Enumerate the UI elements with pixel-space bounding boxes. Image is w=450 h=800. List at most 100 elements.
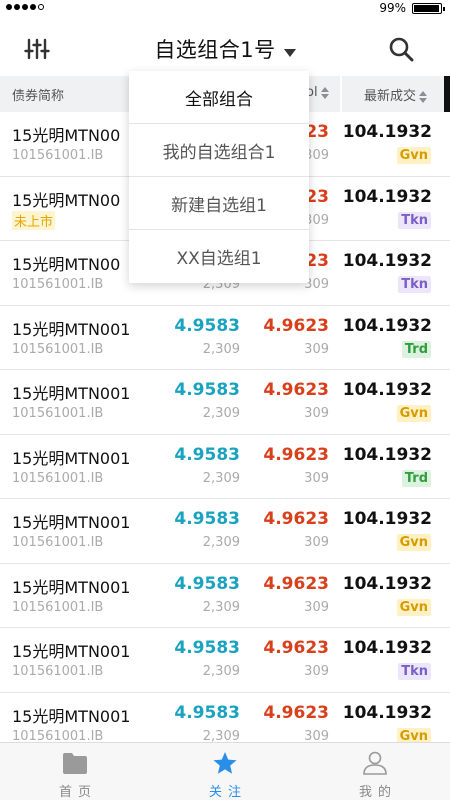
bid-yield: 4.9583 [174, 380, 240, 400]
bid-volume: 2,309 [202, 470, 240, 486]
ask-volume: 309 [304, 664, 329, 679]
bid-yield: 4.9583 [174, 509, 240, 529]
bid-yield: 4.9583 [174, 444, 240, 465]
last-price: 104.1932 [342, 509, 432, 529]
column-header-last[interactable]: 最新成交 [364, 85, 428, 104]
tab-home[interactable]: 首页 [0, 743, 150, 800]
bond-code: 101561001.IB [12, 599, 104, 615]
column-header-last-label: 最新成交 [364, 89, 417, 104]
bond-code: 101561001.IB [12, 470, 104, 486]
table-row[interactable]: 15光明MTN001 101561001.IB 4.9583 2,309 4.9… [0, 628, 450, 693]
last-price: 104.1932 [342, 251, 432, 271]
status-badge: Gvn [396, 147, 431, 164]
sort-icon [320, 86, 329, 99]
group-dropdown-menu: 全部组合 我的自选组合1 新建自选组1 XX自选组1 [129, 71, 309, 283]
tab-home-label: 首页 [58, 785, 97, 800]
table-row[interactable]: 15光明MTN001 101561001.IB 4.9583 2,309 4.9… [0, 435, 450, 499]
status-badge: Gvn [396, 598, 431, 616]
bond-name: 15光明MTN00 [12, 190, 121, 210]
bond-name: 15光明MTN001 [12, 513, 131, 532]
tab-mine[interactable]: 我的 [300, 743, 450, 800]
bond-name: 15光明MTN001 [12, 384, 131, 403]
menu-item-all-groups[interactable]: 全部组合 [129, 71, 309, 124]
last-price: 104.1932 [342, 573, 432, 594]
ask-volume: 309 [304, 470, 329, 486]
bond-code: 101561001.IB [12, 148, 104, 163]
ask-yield: 4.9623 [263, 509, 329, 529]
page-title[interactable]: 自选组合1号 [154, 38, 275, 62]
last-price: 104.1932 [342, 380, 432, 400]
menu-item-my-group-1[interactable]: 我的自选组合1 [129, 124, 309, 177]
ask-volume: 309 [304, 599, 329, 615]
battery-percentage: 99% [379, 1, 406, 15]
search-icon[interactable] [388, 36, 414, 62]
status-badge: Gvn [396, 534, 431, 551]
last-price: 104.1932 [342, 122, 432, 142]
status-badge: Tkn [398, 211, 431, 229]
status-badge: Tkn [398, 276, 431, 293]
tab-watchlist[interactable]: 关注 [150, 743, 300, 800]
bond-name: 15光明MTN001 [12, 577, 131, 597]
status-badge: Trd [401, 469, 431, 487]
ask-yield: 4.9623 [263, 380, 329, 400]
bond-name: 15光明MTN001 [12, 642, 131, 661]
column-header-vol[interactable]: ol [306, 85, 329, 100]
user-icon [363, 751, 387, 775]
bond-name: 15光明MTN00 [12, 255, 121, 274]
unlisted-badge: 未上市 [12, 210, 56, 230]
ask-volume: 309 [304, 406, 329, 421]
folder-icon [63, 753, 87, 774]
bid-yield: 4.9583 [174, 315, 240, 336]
ask-yield: 4.9623 [263, 638, 329, 658]
ask-yield: 4.9623 [263, 444, 329, 465]
bond-code: 101561001.IB [12, 341, 104, 357]
bid-volume: 2,309 [202, 535, 240, 550]
tab-watchlist-label: 关注 [208, 785, 247, 800]
bond-code: 101561001.IB [12, 277, 104, 292]
ask-yield: 4.9623 [263, 702, 329, 723]
bid-yield: 4.9583 [174, 702, 240, 723]
ask-yield: 4.9623 [263, 573, 329, 594]
bid-volume: 2,309 [202, 341, 240, 357]
last-price: 104.1932 [342, 186, 432, 207]
bond-code: 101561001.IB [12, 535, 104, 550]
battery-icon [412, 3, 445, 14]
bond-code: 101561001.IB [12, 664, 104, 679]
tab-bar: 首页 关注 我的 [0, 742, 450, 800]
table-row[interactable]: 15光明MTN001 101561001.IB 4.9583 2,309 4.9… [0, 370, 450, 435]
bid-volume: 2,309 [202, 664, 240, 679]
bond-name: 15光明MTN001 [12, 448, 131, 468]
table-row[interactable]: 15光明MTN001 101561001.IB 4.9583 2,309 4.9… [0, 564, 450, 628]
ask-volume: 309 [304, 535, 329, 550]
column-divider [340, 76, 342, 112]
menu-item-xx-group-1[interactable]: XX自选组1 [129, 230, 309, 283]
caret-down-icon[interactable] [283, 48, 296, 57]
bond-name: 15光明MTN00 [12, 126, 121, 145]
menu-item-new-group-1[interactable]: 新建自选组1 [129, 177, 309, 230]
nav-bar: 自选组合1号 [0, 16, 450, 76]
group-selector[interactable]: 自选组合1号 [0, 34, 450, 64]
ask-yield: 4.9623 [263, 315, 329, 336]
scroll-indicator [444, 76, 450, 112]
bid-volume: 2,309 [202, 599, 240, 615]
status-bar: 99% [0, 0, 450, 16]
bid-yield: 4.9583 [174, 573, 240, 594]
last-price: 104.1932 [342, 702, 432, 723]
bond-code: 101561001.IB [12, 406, 104, 421]
column-header-name[interactable]: 债券简称 [12, 85, 64, 104]
tab-mine-label: 我的 [358, 785, 397, 800]
status-badge: Tkn [398, 663, 431, 680]
status-badge: Gvn [396, 405, 431, 422]
last-price: 104.1932 [342, 315, 432, 336]
table-row[interactable]: 15光明MTN001 101561001.IB 4.9583 2,309 4.9… [0, 306, 450, 370]
ask-volume: 309 [304, 341, 329, 357]
bond-name: 15光明MTN001 [12, 706, 131, 726]
last-price: 104.1932 [342, 444, 432, 465]
last-price: 104.1932 [342, 638, 432, 658]
bond-name: 15光明MTN001 [12, 319, 131, 339]
bid-volume: 2,309 [202, 406, 240, 421]
bid-yield: 4.9583 [174, 638, 240, 658]
table-row[interactable]: 15光明MTN001 101561001.IB 4.9583 2,309 4.9… [0, 499, 450, 564]
signal-strength-icon [6, 4, 44, 10]
star-icon [213, 752, 237, 774]
